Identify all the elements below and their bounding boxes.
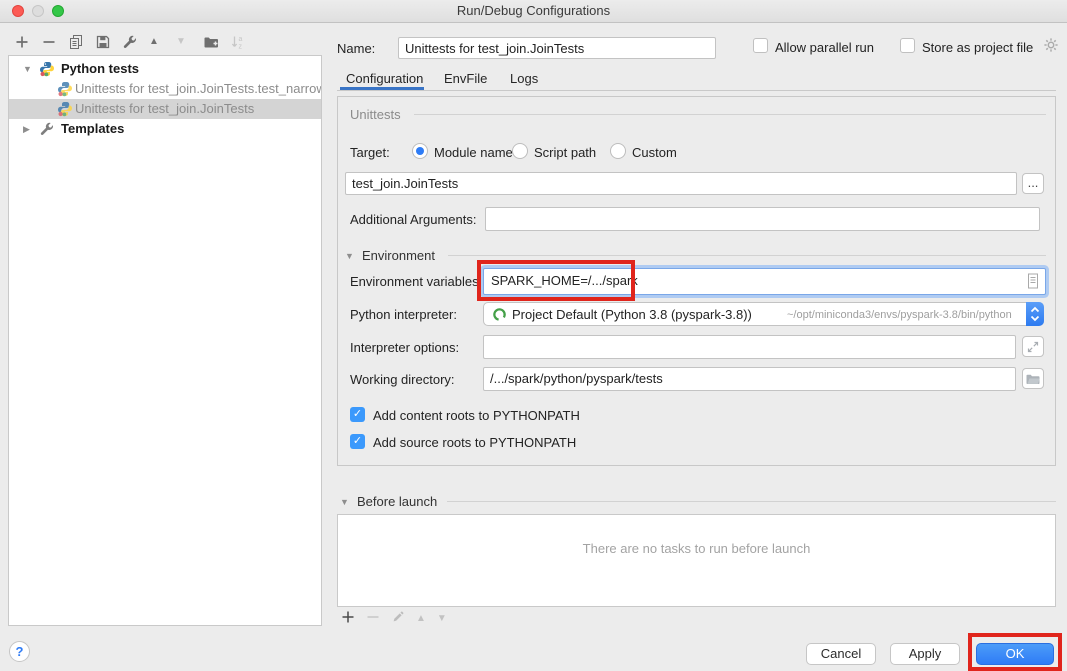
remove-task-icon	[366, 610, 380, 627]
add-content-roots-checkbox[interactable]: ✓	[350, 407, 365, 422]
copy-icon[interactable]	[68, 34, 84, 50]
tabs-separator	[337, 90, 1056, 91]
chevron-right-icon[interactable]: ▶	[23, 119, 30, 139]
tree-item-unittests-test-narrow[interactable]: Unittests for test_join.JoinTests.test_n…	[9, 79, 321, 99]
configurations-tree: ▼ Python tests Unittests for test_join.J…	[8, 55, 322, 626]
python-tests-icon	[39, 61, 55, 79]
svg-text:a: a	[239, 36, 243, 43]
add-content-roots-label: Add content roots to PYTHONPATH	[373, 408, 580, 423]
python-interpreter-path: ~/opt/miniconda3/envs/pyspark-3.8/bin/py…	[787, 309, 1012, 321]
unittests-group-rule	[414, 114, 1046, 115]
allow-parallel-run-checkbox[interactable]	[753, 38, 768, 53]
before-launch-rule	[447, 501, 1056, 502]
remove-icon[interactable]	[41, 34, 57, 50]
working-directory-label: Working directory:	[350, 372, 455, 387]
add-source-roots-checkbox[interactable]: ✓	[350, 434, 365, 449]
working-directory-input[interactable]: /.../spark/python/pyspark/tests	[483, 367, 1016, 391]
tree-item-templates[interactable]: ▶ Templates	[9, 119, 321, 139]
svg-text:z: z	[239, 44, 243, 51]
tree-item-label[interactable]: Templates	[61, 119, 124, 139]
target-label: Target:	[350, 145, 390, 160]
additional-arguments-label: Additional Arguments:	[350, 212, 476, 227]
target-custom-label[interactable]: Custom	[632, 145, 677, 160]
python-interpreter-value: Project Default (Python 3.8 (pyspark-3.8…	[512, 307, 752, 322]
tree-item-python-tests[interactable]: ▼ Python tests	[9, 59, 321, 79]
tab-logs[interactable]: Logs	[510, 71, 538, 86]
move-up-icon[interactable]: ▲	[149, 34, 165, 50]
environment-group-rule	[448, 255, 1046, 256]
tree-item-label[interactable]: Python tests	[61, 59, 139, 79]
before-launch-label: Before launch	[357, 494, 437, 509]
tab-configuration[interactable]: Configuration	[346, 71, 423, 86]
window-title: Run/Debug Configurations	[0, 3, 1067, 18]
store-as-project-file-checkbox[interactable]	[900, 38, 915, 53]
environment-variables-label: Environment variables:	[350, 274, 482, 289]
unittests-group-label: Unittests	[350, 107, 401, 122]
gear-icon[interactable]	[1043, 37, 1059, 53]
help-button[interactable]: ?	[9, 641, 30, 662]
select-stepper-icon[interactable]	[1026, 302, 1044, 326]
check-icon: ✓	[353, 408, 362, 420]
add-source-roots-label: Add source roots to PYTHONPATH	[373, 435, 576, 450]
browse-target-button[interactable]: ...	[1022, 173, 1044, 194]
title-bar: Run/Debug Configurations	[0, 0, 1067, 23]
edit-templates-wrench-icon[interactable]	[122, 34, 138, 50]
python-test-config-icon	[57, 81, 73, 99]
python-interpreter-label: Python interpreter:	[350, 307, 457, 322]
check-icon: ✓	[353, 435, 362, 447]
python-interpreter-select[interactable]: Project Default (Python 3.8 (pyspark-3.8…	[483, 302, 1044, 326]
store-as-project-file-label: Store as project file	[922, 40, 1033, 55]
before-launch-task-list[interactable]	[337, 514, 1056, 607]
sort-alphabetically-icon: az	[230, 34, 246, 50]
active-tab-underline	[340, 87, 424, 90]
ok-button[interactable]: OK	[976, 643, 1054, 665]
target-custom-radio[interactable]	[610, 143, 626, 159]
tree-item-unittests-jointests-selected[interactable]: Unittests for test_join.JoinTests	[9, 99, 321, 119]
new-folder-icon[interactable]	[203, 34, 219, 50]
environment-variables-value: SPARK_HOME=/.../spark	[491, 273, 638, 288]
before-launch-collapse-icon[interactable]: ▼	[340, 497, 349, 507]
before-launch-toolbar: ▲ ▼	[341, 608, 447, 628]
before-launch-empty-text: There are no tasks to run before launch	[337, 541, 1056, 556]
run-debug-configurations-dialog: Run/Debug Configurations ▲ ▼ az ▼	[0, 0, 1067, 671]
target-module-input[interactable]	[345, 172, 1017, 195]
cancel-button[interactable]: Cancel	[806, 643, 876, 665]
add-icon[interactable]	[14, 34, 30, 50]
environment-group-label: Environment	[362, 248, 435, 263]
chevron-down-icon[interactable]: ▼	[23, 59, 32, 79]
interpreter-options-input[interactable]	[483, 335, 1016, 359]
interpreter-options-label: Interpreter options:	[350, 340, 459, 355]
configurations-toolbar: ▲ ▼ az	[14, 34, 246, 50]
environment-collapse-icon[interactable]: ▼	[345, 251, 354, 261]
move-task-up-icon: ▲	[416, 613, 426, 624]
name-input[interactable]	[398, 37, 716, 59]
expand-field-icon[interactable]	[1022, 336, 1044, 357]
browse-folder-icon[interactable]	[1022, 368, 1044, 389]
tab-envfile[interactable]: EnvFile	[444, 71, 487, 86]
apply-button[interactable]: Apply	[890, 643, 960, 665]
target-script-path-radio[interactable]	[512, 143, 528, 159]
templates-wrench-icon	[39, 121, 55, 139]
python-test-config-icon	[57, 101, 73, 119]
conda-environment-icon	[492, 307, 507, 325]
target-script-path-label[interactable]: Script path	[534, 145, 596, 160]
save-icon[interactable]	[95, 34, 111, 50]
name-label: Name:	[337, 41, 375, 56]
additional-arguments-input[interactable]	[485, 207, 1040, 231]
move-task-down-icon: ▼	[437, 613, 447, 624]
target-module-name-label[interactable]: Module name	[434, 145, 513, 160]
edit-task-pencil-icon	[391, 610, 405, 627]
tree-item-label[interactable]: Unittests for test_join.JoinTests	[75, 99, 254, 119]
move-down-icon: ▼	[176, 34, 192, 50]
tree-item-label[interactable]: Unittests for test_join.JoinTests.test_n…	[75, 79, 321, 99]
browse-environment-variables-icon[interactable]	[1027, 273, 1039, 292]
allow-parallel-run-label: Allow parallel run	[775, 40, 874, 55]
environment-variables-field[interactable]: SPARK_HOME=/.../spark	[483, 268, 1046, 295]
target-module-name-radio[interactable]	[412, 143, 428, 159]
add-task-icon[interactable]	[341, 610, 355, 627]
